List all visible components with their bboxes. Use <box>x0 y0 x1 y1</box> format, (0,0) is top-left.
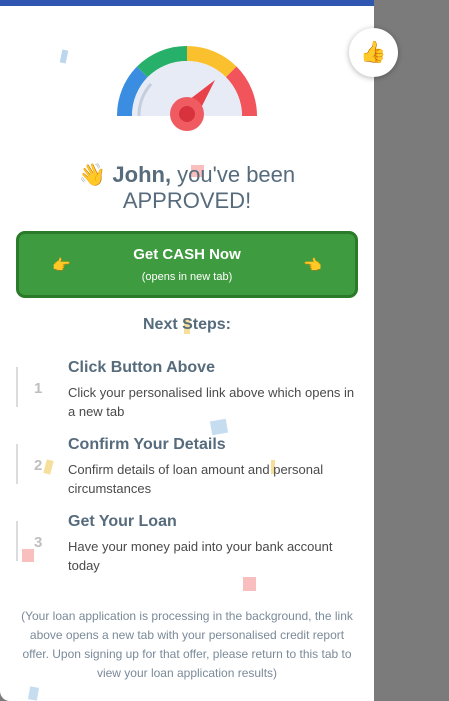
step-divider <box>16 367 18 407</box>
approved-text: APPROVED! <box>122 188 252 213</box>
processing-footnote: (Your loan application is processing in … <box>21 609 353 680</box>
step-title: Confirm Your Details <box>68 436 226 453</box>
customer-name: John, <box>112 162 172 187</box>
step-divider <box>16 444 18 484</box>
step-item: 3 Get Your Loan Have your money paid int… <box>0 513 374 583</box>
step-divider <box>16 521 18 561</box>
confetti-piece <box>59 49 69 64</box>
step-number: 1 <box>34 380 43 397</box>
headline-line1-text: you've been <box>171 162 296 187</box>
step-title: Click Button Above <box>68 359 215 376</box>
top-accent-bar <box>0 0 374 6</box>
step-title: Get Your Loan <box>68 513 177 530</box>
next-steps-title: Next Steps: <box>142 316 232 333</box>
step-number: 2 <box>34 457 43 474</box>
pointing-left-icon: 👈 <box>303 257 322 274</box>
confetti-piece <box>27 686 40 701</box>
step-description: Click your personalised link above which… <box>68 385 355 419</box>
approval-gauge-icon <box>116 45 257 131</box>
thumbs-up-icon: 👍 <box>360 40 387 64</box>
approval-panel: 👋 John, you've been APPROVED! 👉 Get CASH… <box>0 0 374 701</box>
step-description: Confirm details of loan amount and perso… <box>68 462 324 496</box>
step-number: 3 <box>34 534 43 551</box>
wave-icon: 👋 <box>78 162 107 187</box>
step-item: 2 Confirm Your Details Confirm details o… <box>0 436 374 506</box>
step-description: Have your money paid into your bank acco… <box>68 539 333 573</box>
approval-headline: 👋 John, you've been APPROVED! <box>0 162 374 214</box>
thumbs-up-button[interactable]: 👍 <box>349 28 398 77</box>
get-cash-button[interactable]: 👉 Get CASH Now (opens in new tab) 👈 <box>16 231 358 298</box>
step-item: 1 Click Button Above Click your personal… <box>0 359 374 429</box>
